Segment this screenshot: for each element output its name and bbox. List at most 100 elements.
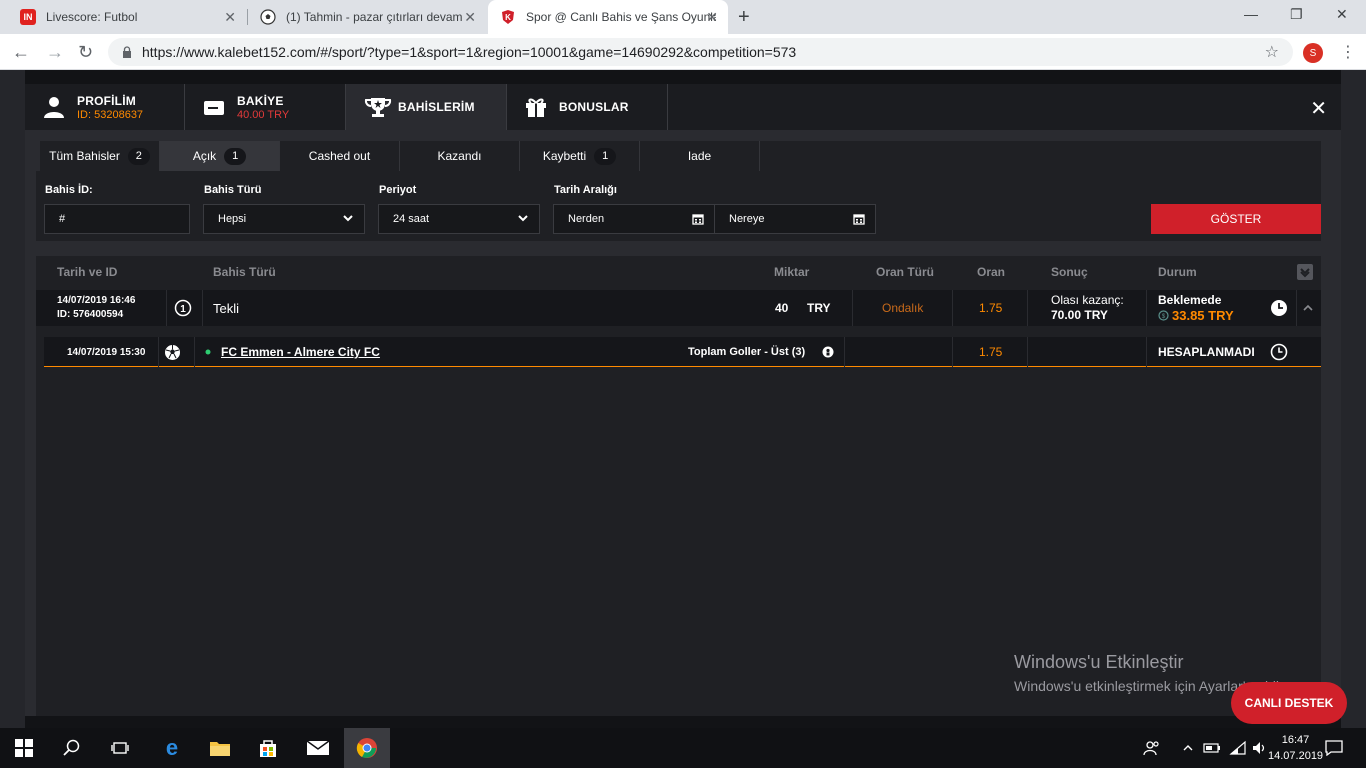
lock-icon bbox=[122, 46, 132, 58]
col-odds: Oran bbox=[977, 265, 1006, 279]
chrome-icon[interactable] bbox=[355, 736, 379, 760]
back-icon[interactable]: ← bbox=[12, 42, 30, 63]
file-explorer-icon[interactable] bbox=[208, 736, 232, 760]
nav-balance-label: BAKİYE bbox=[237, 93, 284, 108]
battery-icon[interactable] bbox=[1200, 736, 1224, 760]
info-icon[interactable] bbox=[822, 337, 834, 367]
bets-table: Tarih ve ID Bahis Türü Miktar Oran Türü … bbox=[36, 256, 1321, 716]
my-bets-modal: PROFİLİM ID: 53208637 BAKİYE 40.00 TRY B… bbox=[25, 84, 1341, 716]
live-dot bbox=[205, 337, 211, 367]
system-clock[interactable]: 16:47 14.07.2019 bbox=[1268, 732, 1323, 764]
clock-time: 16:47 bbox=[1281, 734, 1310, 746]
shield-icon: K bbox=[500, 9, 516, 25]
clock-icon bbox=[1270, 290, 1288, 326]
new-tab-icon[interactable]: + bbox=[738, 6, 750, 29]
collapse-all-button[interactable] bbox=[1297, 264, 1313, 280]
soccer-ball-icon bbox=[164, 337, 181, 367]
chevron-down-icon bbox=[517, 212, 529, 224]
potential-win-label: Olası kazanç: bbox=[1051, 293, 1124, 307]
bet-id: ID: 576400594 bbox=[57, 309, 124, 320]
tab-refund[interactable]: Iade bbox=[640, 141, 760, 171]
browser-tab-kalebet[interactable]: K Spor @ Canlı Bahis ve Şans Oyunları ✕ bbox=[488, 0, 728, 34]
search-icon[interactable] bbox=[60, 736, 84, 760]
bet-filters: Bahis İD: # Bahis Türü Hepsi Periyot 24 … bbox=[36, 171, 1321, 241]
bet-odds: 1.75 bbox=[979, 301, 1003, 315]
store-icon[interactable] bbox=[256, 736, 280, 760]
browser-tab-livescore[interactable]: IN Livescore: Futbol ✕ bbox=[8, 0, 246, 34]
date-to-value: Nereye bbox=[729, 213, 765, 225]
tab-cashed-out[interactable]: Cashed out bbox=[280, 141, 400, 171]
close-tab-icon[interactable]: ✕ bbox=[224, 9, 236, 26]
reload-icon[interactable]: ↻ bbox=[78, 42, 93, 63]
chevron-up-icon[interactable] bbox=[1176, 736, 1200, 760]
account-nav: PROFİLİM ID: 53208637 BAKİYE 40.00 TRY B… bbox=[25, 84, 1341, 130]
url-text: https://www.kalebet152.com/#/sport/?type… bbox=[142, 44, 797, 60]
nav-profile[interactable]: PROFİLİM ID: 53208637 bbox=[25, 84, 185, 130]
selection-market: Toplam Goller - Üst (3) bbox=[688, 346, 806, 358]
nav-balance[interactable]: BAKİYE 40.00 TRY bbox=[185, 84, 346, 130]
tab-title: (1) Tahmin - pazar çıtırları devam bbox=[286, 10, 463, 24]
edge-browser-icon[interactable]: e bbox=[160, 736, 184, 760]
match-link[interactable]: FC Emmen - Almere City FC bbox=[221, 337, 380, 367]
browser-tab-tahmin[interactable]: (1) Tahmin - pazar çıtırları devam ✕ bbox=[248, 0, 486, 34]
close-window-icon[interactable]: ✕ bbox=[1336, 6, 1348, 23]
tab-open[interactable]: Açık 1 bbox=[160, 141, 280, 171]
mail-icon[interactable] bbox=[306, 736, 330, 760]
chevron-up-icon[interactable] bbox=[1302, 290, 1314, 326]
livescore-icon: IN bbox=[20, 9, 36, 25]
bet-type-select[interactable]: Hepsi bbox=[203, 204, 365, 234]
maximize-icon[interactable]: ❐ bbox=[1290, 6, 1303, 23]
browser-tab-bar: IN Livescore: Futbol ✕ (1) Tahmin - paza… bbox=[0, 0, 1366, 34]
bet-id-input[interactable]: # bbox=[44, 204, 190, 234]
table-row[interactable]: 14/07/2019 16:46 ID: 576400594 1 Tekli 4… bbox=[36, 290, 1321, 326]
col-amount: Miktar bbox=[774, 265, 810, 279]
date-from-input[interactable]: Nerden bbox=[553, 204, 715, 234]
date-to-input[interactable]: Nereye bbox=[714, 204, 876, 234]
people-icon[interactable] bbox=[1140, 736, 1164, 760]
close-modal-icon[interactable]: ✕ bbox=[1310, 96, 1327, 121]
period-value: 24 saat bbox=[393, 213, 430, 225]
tab-label: Cashed out bbox=[308, 149, 371, 163]
calendar-icon bbox=[853, 213, 865, 225]
show-button[interactable]: GÖSTER bbox=[1151, 204, 1321, 234]
bookmark-star-icon[interactable]: ☆ bbox=[1265, 42, 1279, 62]
nav-my-bets-label: BAHİSLERİM bbox=[398, 100, 475, 114]
nav-bonuses[interactable]: BONUSLAR bbox=[507, 84, 668, 130]
date-from-value: Nerden bbox=[568, 213, 605, 225]
cashout-value[interactable]: $ 33.85 TRY bbox=[1158, 308, 1234, 323]
tab-lost[interactable]: Kaybetti 1 bbox=[520, 141, 640, 171]
minimize-icon[interactable]: — bbox=[1244, 6, 1258, 22]
url-input[interactable]: https://www.kalebet152.com/#/sport/?type… bbox=[108, 38, 1293, 66]
balance-value: 40.00 TRY bbox=[237, 108, 290, 121]
windows-taskbar: e 16:47 14.07.2019 bbox=[0, 728, 1366, 768]
status-text: Beklemede bbox=[1158, 293, 1222, 307]
profile-avatar[interactable]: S bbox=[1303, 43, 1323, 63]
tab-won[interactable]: Kazandı bbox=[400, 141, 520, 171]
windows-start-icon[interactable] bbox=[12, 736, 36, 760]
close-tab-icon[interactable]: ✕ bbox=[706, 9, 718, 26]
nav-bonuses-label: BONUSLAR bbox=[559, 100, 629, 114]
clock-date: 14.07.2019 bbox=[1268, 750, 1324, 762]
nav-my-bets[interactable]: BAHİSLERİM bbox=[346, 84, 507, 130]
period-select[interactable]: 24 saat bbox=[378, 204, 540, 234]
bet-status-tabs: Tüm Bahisler 2 Açık 1 Cashed out Kazandı… bbox=[40, 141, 1321, 171]
svg-text:1: 1 bbox=[180, 304, 186, 315]
bet-date-id: 14/07/2019 16:46 ID: 576400594 bbox=[57, 290, 135, 326]
svg-text:e: e bbox=[166, 737, 178, 759]
forward-icon[interactable]: → bbox=[46, 42, 64, 63]
col-bet-type: Bahis Türü bbox=[213, 265, 276, 279]
task-view-icon[interactable] bbox=[108, 736, 132, 760]
tab-all-bets[interactable]: Tüm Bahisler 2 bbox=[40, 141, 160, 171]
close-tab-icon[interactable]: ✕ bbox=[464, 9, 476, 26]
bet-id-label: Bahis İD: bbox=[45, 184, 93, 196]
gift-icon bbox=[525, 96, 547, 118]
wifi-icon[interactable] bbox=[1226, 736, 1250, 760]
nav-profile-label: PROFİLİM bbox=[77, 93, 136, 108]
wallet-icon bbox=[203, 96, 225, 118]
chevron-down-icon bbox=[342, 212, 354, 224]
bet-id-value: # bbox=[59, 213, 66, 225]
menu-icon[interactable]: ⋮ bbox=[1340, 42, 1356, 62]
selection-status: HESAPLANMADI bbox=[1158, 345, 1255, 359]
live-support-button[interactable]: CANLI DESTEK bbox=[1231, 682, 1347, 724]
notifications-icon[interactable] bbox=[1322, 736, 1346, 760]
